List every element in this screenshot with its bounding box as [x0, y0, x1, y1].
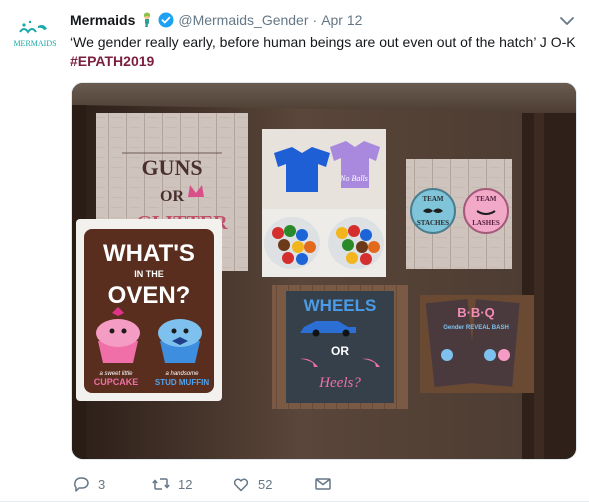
slide-onesies-candy: No Balls — [262, 129, 386, 277]
slide-or-text: OR — [160, 188, 184, 205]
team-staches-text-2: STACHES — [417, 219, 449, 227]
oven-left-big: CUPCAKE — [94, 377, 139, 387]
hashtag-link[interactable]: #EPATH2019 — [70, 52, 154, 71]
user-handle[interactable]: @Mermaids_Gender — [178, 12, 308, 28]
retweet-button[interactable]: 12 — [152, 472, 192, 496]
team-lashes-text-1: TEAM — [476, 195, 497, 203]
oven-text-3: OVEN? — [108, 282, 191, 309]
tweet-header: Mermaids @Mermaids_Gender · Apr 12 — [70, 10, 362, 30]
tweet[interactable]: MERMAIDS Mermaids @Mermaids_Gender · Apr… — [0, 0, 589, 502]
oven-right-small: a handsome — [165, 371, 199, 377]
slide-guns-text: GUNS — [141, 155, 202, 180]
retweet-count: 12 — [178, 476, 193, 492]
tweet-media-photo[interactable]: GUNS OR GLITTER No Balls — [71, 82, 577, 460]
display-name[interactable]: Mermaids — [70, 12, 135, 28]
heart-icon — [233, 478, 249, 492]
separator-dot: · — [312, 12, 318, 28]
mermaid-emoji-icon — [139, 12, 155, 28]
slide-bbq-gender-reveal: B·B·Q Gender REVEAL BASH — [420, 295, 534, 393]
retweet-icon — [152, 478, 170, 490]
avatar[interactable]: MERMAIDS — [10, 12, 60, 62]
verified-badge-icon — [158, 12, 174, 28]
oven-text-2: IN THE — [134, 269, 164, 279]
slide-wheels-or-heels: WHEELS OR Heels? — [272, 285, 408, 409]
reply-button[interactable]: 3 — [72, 472, 105, 496]
like-button[interactable]: 52 — [232, 472, 272, 496]
wheels-text: WHEELS — [304, 296, 377, 315]
team-staches-text-1: TEAM — [423, 195, 444, 203]
slide-whats-in-the-oven: WHAT'S IN THE OVEN? a sweet little CUPCA… — [76, 219, 222, 401]
reply-count: 3 — [98, 476, 106, 492]
bbq-text-2: Gender REVEAL BASH — [443, 325, 509, 331]
tweet-text: ‘We gender really early, before human be… — [70, 34, 576, 50]
slide-onesie-text: No Balls — [339, 174, 368, 183]
like-count: 52 — [258, 476, 273, 492]
oven-text-1: WHAT'S — [103, 240, 195, 267]
mermaids-logo-icon: MERMAIDS — [10, 12, 60, 62]
bbq-text-1: B·B·Q — [457, 305, 495, 320]
heels-text: Heels? — [318, 375, 361, 391]
reply-icon — [74, 477, 89, 492]
tweet-date[interactable]: Apr 12 — [321, 12, 362, 28]
more-options-chevron-down-icon[interactable] — [559, 14, 575, 26]
tweet-actions: 3 12 52 — [72, 472, 372, 496]
avatar-logo-text: MERMAIDS — [13, 39, 56, 48]
presentation-slides-photo: GUNS OR GLITTER No Balls — [72, 83, 576, 459]
oven-right-big: STUD MUFFIN — [155, 378, 209, 387]
wheels-or-text: OR — [331, 344, 349, 358]
envelope-icon — [315, 478, 331, 490]
direct-message-button[interactable] — [314, 472, 340, 496]
team-lashes-text-2: LASHES — [472, 219, 500, 227]
slide-team-staches-lashes: TEAM STACHES TEAM LASHES — [406, 159, 512, 269]
